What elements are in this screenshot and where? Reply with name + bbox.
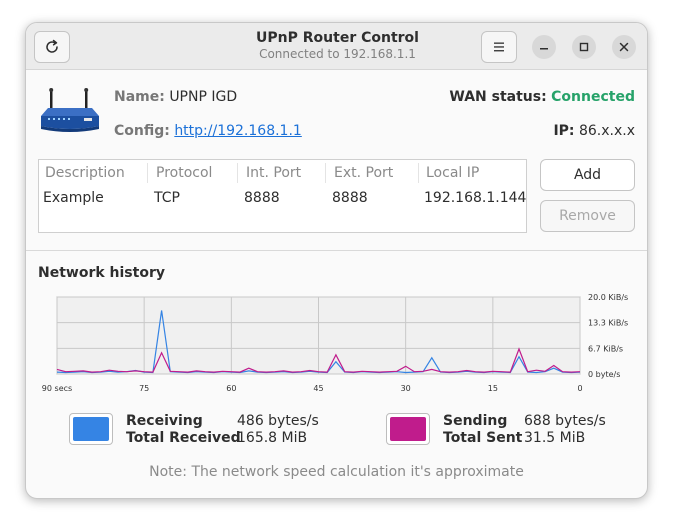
- column-header-ext-port[interactable]: Ext. Port: [334, 165, 393, 181]
- maximize-button[interactable]: [572, 35, 596, 59]
- x-tick-label: 15: [488, 384, 498, 393]
- x-tick-label: 45: [313, 384, 323, 393]
- app-window: UPnP Router Control Connected to 192.168…: [25, 22, 648, 499]
- refresh-icon: [46, 39, 58, 53]
- port-mapping-table[interactable]: Description Protocol Int. Port Ext. Port…: [38, 159, 527, 233]
- column-separator: [147, 163, 148, 183]
- x-tick-label: 60: [226, 384, 236, 393]
- sending-color-fill: [390, 417, 426, 441]
- minimize-icon: [540, 48, 548, 50]
- wan-status-value: Connected: [551, 89, 635, 105]
- refresh-button[interactable]: [34, 31, 70, 63]
- receiving-rate: 486 bytes/s: [237, 413, 319, 429]
- config-link[interactable]: http://192.168.1.1: [174, 123, 302, 139]
- config-row: Config: http://192.168.1.1: [114, 123, 302, 139]
- wan-status-label: WAN status:: [449, 89, 547, 105]
- name-label: Name:: [114, 89, 165, 105]
- receiving-label: Receiving: [126, 413, 203, 429]
- y-tick-label: 0 byte/s: [588, 370, 620, 379]
- cell-int-port: 8888: [244, 190, 280, 206]
- total-sent-value: 31.5 MiB: [524, 430, 586, 446]
- total-sent-label: Total Sent: [443, 430, 523, 446]
- main-menu-button[interactable]: [481, 31, 517, 63]
- speed-note: Note: The network speed calculation it's…: [149, 464, 524, 480]
- total-received-value: 165.8 MiB: [237, 430, 308, 446]
- column-header-description[interactable]: Description: [45, 165, 125, 181]
- router-icon: [41, 88, 99, 132]
- sending-rate: 688 bytes/s: [524, 413, 606, 429]
- y-tick-label: 20.0 KiB/s: [588, 293, 628, 302]
- column-header-protocol[interactable]: Protocol: [156, 165, 212, 181]
- ip-label: IP:: [553, 123, 575, 139]
- sending-color-swatch[interactable]: [386, 413, 430, 445]
- receiving-color-fill: [73, 417, 109, 441]
- window-title-area: UPnP Router Control Connected to 192.168…: [196, 30, 479, 62]
- close-icon: [619, 42, 629, 52]
- column-separator: [325, 163, 326, 183]
- cell-description: Example: [43, 190, 104, 206]
- column-header-local-ip[interactable]: Local IP: [426, 165, 479, 181]
- section-divider: [26, 250, 647, 251]
- window-title: UPnP Router Control: [256, 30, 419, 46]
- column-header-int-port[interactable]: Int. Port: [246, 165, 301, 181]
- cell-protocol: TCP: [154, 190, 180, 206]
- network-history-title: Network history: [38, 265, 165, 281]
- ip-value: 86.x.x.x: [578, 123, 635, 139]
- x-tick-label: 75: [139, 384, 149, 393]
- minimize-button[interactable]: [532, 35, 556, 59]
- y-tick-label: 13.3 KiB/s: [588, 319, 628, 328]
- cell-ext-port: 8888: [332, 190, 368, 206]
- maximize-icon: [579, 42, 589, 52]
- remove-button[interactable]: Remove: [540, 200, 635, 232]
- receiving-color-swatch[interactable]: [69, 413, 113, 445]
- x-tick-label: 0: [577, 384, 582, 393]
- header-bar: UPnP Router Control Connected to 192.168…: [26, 23, 647, 70]
- wan-status-row: WAN status: Connected: [449, 89, 635, 105]
- ip-row: IP: 86.x.x.x: [553, 123, 635, 139]
- column-separator: [237, 163, 238, 183]
- column-separator: [418, 163, 419, 183]
- hamburger-menu-icon: [494, 42, 504, 52]
- x-tick-label: 90 secs: [42, 384, 72, 393]
- name-value: UPNP IGD: [169, 89, 238, 105]
- add-button[interactable]: Add: [540, 159, 635, 191]
- y-tick-label: 6.7 KiB/s: [588, 344, 623, 353]
- x-tick-label: 30: [401, 384, 411, 393]
- window-subtitle: Connected to 192.168.1.1: [259, 47, 416, 61]
- config-label: Config:: [114, 123, 170, 139]
- close-button[interactable]: [612, 35, 636, 59]
- cell-local-ip: 192.168.1.144: [424, 190, 527, 206]
- sending-label: Sending: [443, 413, 508, 429]
- total-received-label: Total Received: [126, 430, 241, 446]
- name-row: Name: UPNP IGD: [114, 89, 237, 105]
- network-history-chart: 90 secs 75 60 45 30 15 0 20.0 KiB/s 13.3 KiB/s 6.…: [42, 293, 628, 393]
